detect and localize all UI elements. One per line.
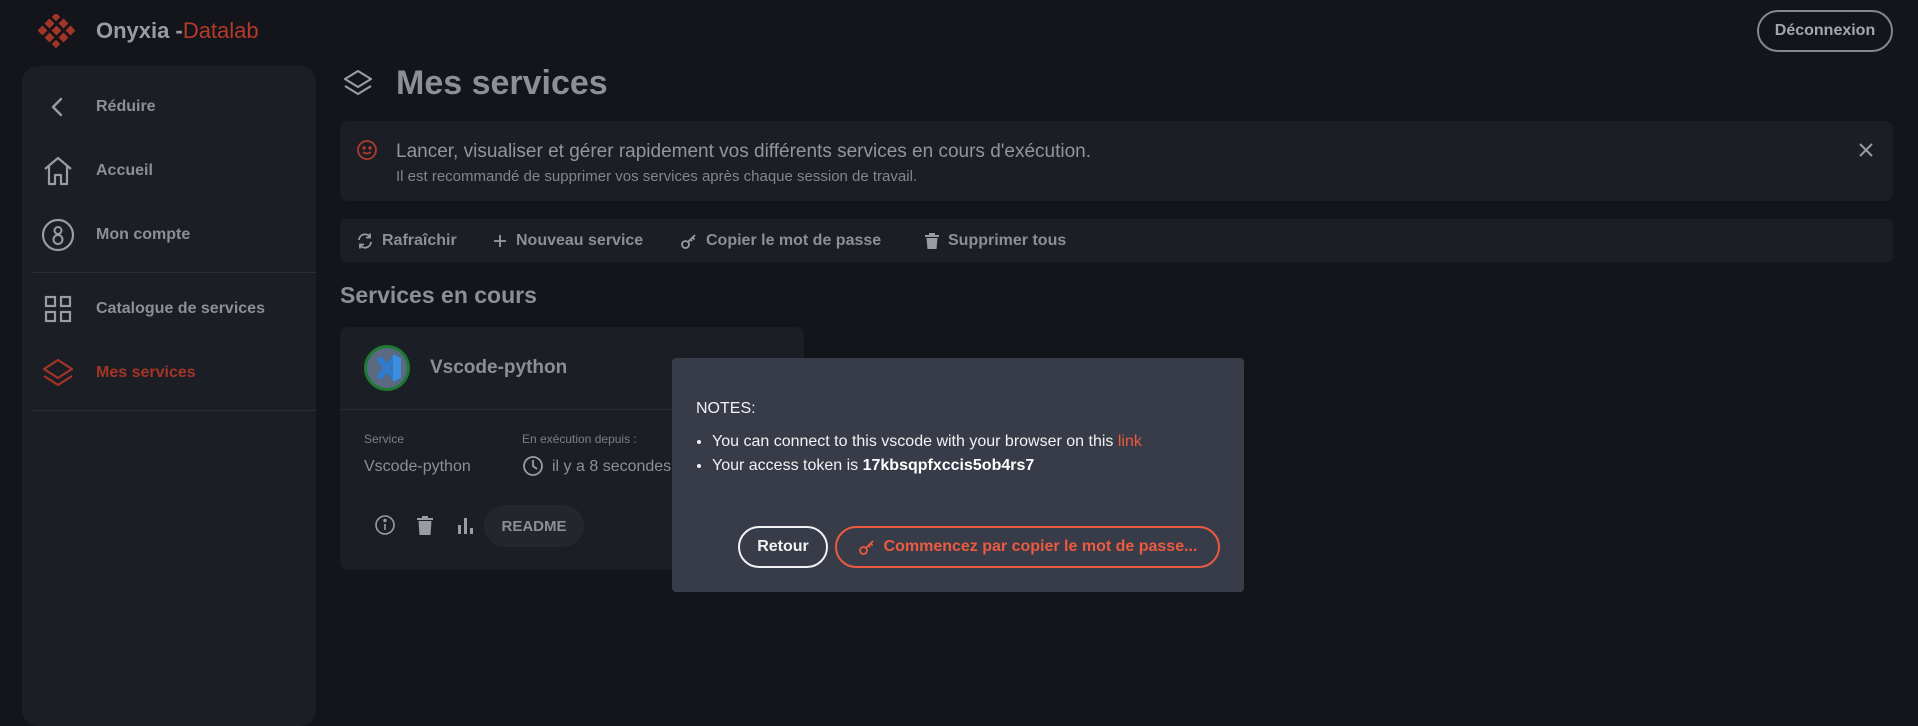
copy-password-label: Copier le mot de passe — [706, 231, 882, 249]
notes-line-token: Your access token is 17kbsqpfxccis5ob4rs… — [712, 454, 1142, 478]
readme-button[interactable]: README — [484, 505, 584, 547]
grid-icon — [40, 291, 76, 327]
notes-dialog: NOTES: You can connect to this vscode wi… — [672, 358, 1244, 592]
copy-password-first-button[interactable]: Commencez par copier le mot de passe... — [835, 526, 1220, 568]
services-toolbar: Rafraîchir Nouveau service Copier le mot… — [340, 219, 1893, 262]
sidebar-item-collapse[interactable]: Réduire — [22, 82, 316, 132]
copy-password-button[interactable]: Copier le mot de passe — [680, 219, 881, 262]
alert-message: Lancer, visualiser et gérer rapidement v… — [396, 141, 1092, 162]
sidebar-divider — [32, 410, 316, 411]
token-text: Your access token is — [712, 457, 863, 474]
plus-icon — [494, 234, 506, 247]
running-since-key: En exécution depuis : — [522, 432, 637, 446]
delete-all-button[interactable]: Supprimer tous — [924, 219, 1066, 262]
page-title: Mes services — [396, 64, 608, 102]
vscode-icon — [364, 345, 410, 391]
notes-title: NOTES: — [696, 400, 756, 417]
sidebar-item-account[interactable]: Mon compte — [22, 210, 316, 260]
sidebar-item-label: Catalogue de services — [96, 300, 265, 317]
new-service-label: Nouveau service — [516, 231, 644, 249]
key-icon — [681, 233, 696, 249]
sidebar-item-label: Mon compte — [96, 226, 191, 243]
new-service-button[interactable]: Nouveau service — [492, 219, 643, 262]
delete-all-label: Supprimer tous — [948, 231, 1067, 249]
alert-subtext: Il est recommandé de supprimer vos servi… — [396, 168, 918, 185]
running-since-value: il y a 8 secondes — [552, 458, 672, 475]
connect-text: You can connect to this vscode with your… — [712, 433, 1118, 450]
sidebar-item-label: Accueil — [96, 162, 153, 179]
app-name: Onyxia - — [96, 18, 183, 43]
bar-chart-icon[interactable] — [456, 514, 476, 536]
sidebar-item-home[interactable]: Accueil — [22, 146, 316, 196]
refresh-icon — [358, 232, 372, 249]
sidebar-item-catalog[interactable]: Catalogue de services — [22, 284, 316, 334]
layers-icon — [343, 69, 373, 96]
close-icon[interactable] — [1857, 141, 1875, 159]
trash-icon — [925, 232, 939, 249]
account-icon — [40, 217, 76, 253]
layers-icon — [40, 355, 76, 391]
key-icon — [858, 540, 874, 555]
info-alert: Lancer, visualiser et gérer rapidement v… — [340, 121, 1893, 201]
access-token: 17kbsqpfxccis5ob4rs7 — [862, 457, 1035, 474]
copy-password-first-label: Commencez par copier le mot de passe... — [883, 538, 1198, 555]
logout-button[interactable]: Déconnexion — [1757, 10, 1893, 52]
onyxia-logo-icon — [38, 14, 76, 48]
trash-icon[interactable] — [416, 514, 434, 536]
app-brand: Datalab — [182, 18, 259, 43]
chevron-left-icon — [40, 89, 76, 125]
app-header: Onyxia -Datalab Déconnexion — [0, 0, 1918, 62]
clock-icon — [523, 456, 543, 476]
refresh-button[interactable]: Rafraîchir — [356, 219, 457, 262]
refresh-label: Rafraîchir — [382, 231, 457, 249]
sidebar-item-label: Mes services — [96, 364, 196, 381]
vscode-link[interactable]: link — [1118, 433, 1142, 450]
home-icon — [40, 153, 76, 189]
sidebar: Réduire Accueil Mon compte Catalogue de … — [22, 66, 316, 726]
notes-line-connect: You can connect to this vscode with your… — [712, 430, 1142, 454]
sidebar-divider — [32, 272, 316, 273]
service-key: Service — [364, 432, 405, 446]
sidebar-item-label: Réduire — [96, 98, 156, 115]
service-value: Vscode-python — [364, 458, 471, 475]
app-title[interactable]: Onyxia -Datalab — [96, 18, 259, 44]
sidebar-item-my-services[interactable]: Mes services — [22, 348, 316, 398]
smiley-icon — [357, 140, 377, 160]
service-name: Vscode-python — [430, 357, 568, 378]
notes-list: You can connect to this vscode with your… — [696, 430, 1142, 478]
info-icon[interactable] — [374, 514, 396, 536]
back-button[interactable]: Retour — [738, 526, 828, 568]
section-title: Services en cours — [340, 282, 537, 308]
